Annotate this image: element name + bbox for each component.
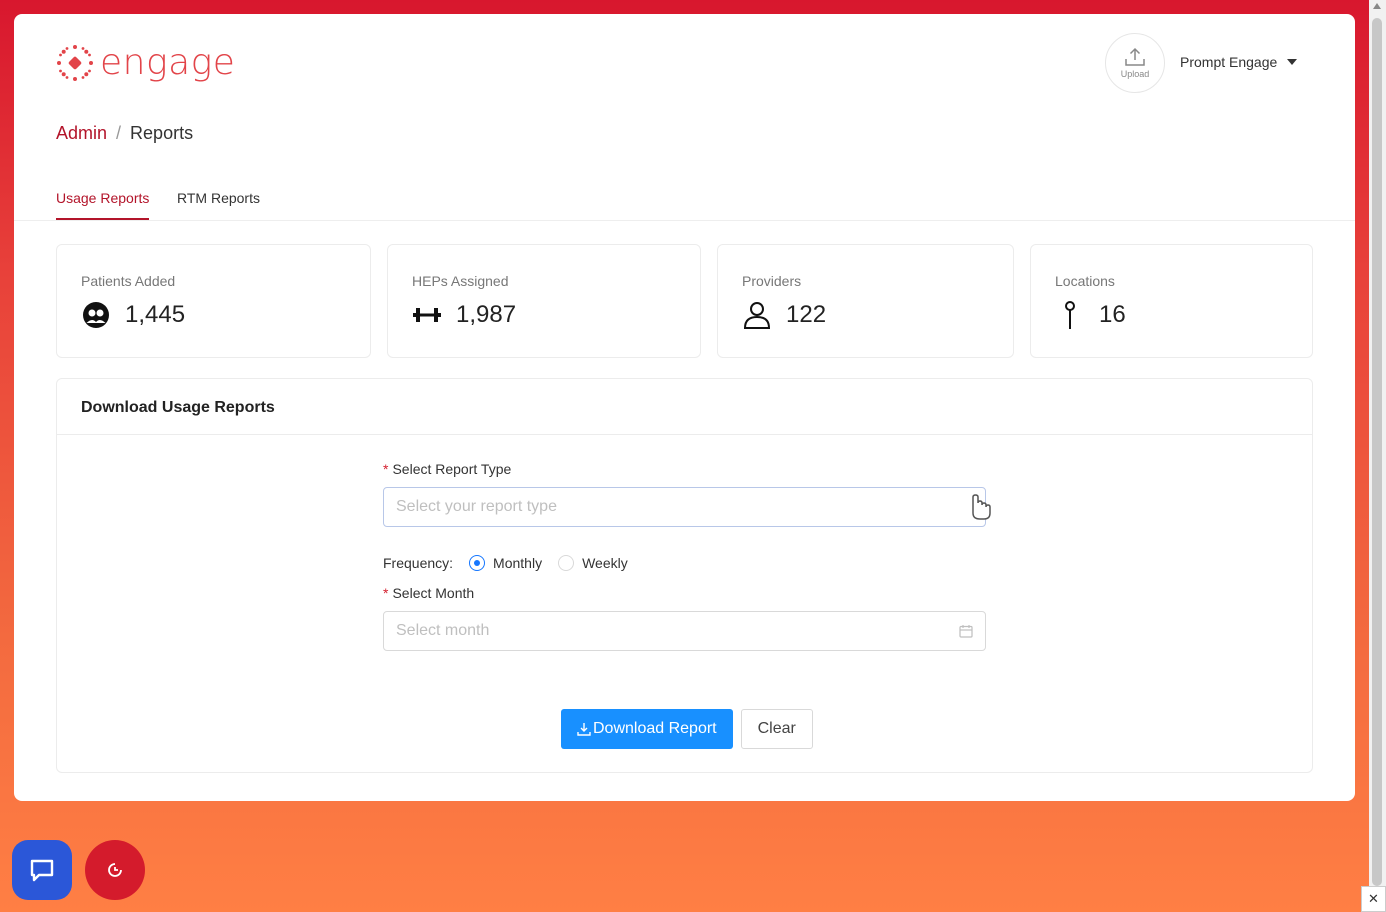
stat-card-locations: Locations 16 [1030, 244, 1313, 358]
frequency-monthly-label[interactable]: Monthly [493, 555, 542, 571]
month-label: * Select Month [383, 585, 475, 601]
report-type-select[interactable]: Select your report type [383, 487, 991, 527]
stat-title: Patients Added [81, 273, 176, 289]
frequency-monthly-radio[interactable] [469, 555, 486, 571]
stat-card-patients: Patients Added 1,445 [56, 244, 371, 358]
tab-usage-reports[interactable]: Usage Reports [56, 190, 150, 220]
frequency-weekly-label[interactable]: Weekly [582, 555, 628, 571]
timer-icon [108, 863, 122, 877]
engage-logo[interactable]: engage [56, 42, 235, 83]
stat-card-heps: HEPs Assigned 1,987 [387, 244, 701, 358]
pin-icon [1065, 301, 1075, 329]
patients-icon [83, 302, 109, 328]
upload-label: Upload [1120, 69, 1150, 79]
stat-title: Locations [1055, 273, 1115, 289]
report-type-label: * Select Report Type [383, 461, 512, 477]
upload-icon [1125, 47, 1145, 66]
month-placeholder: Select month [396, 622, 490, 639]
close-icon[interactable]: ✕ [1361, 886, 1386, 912]
report-form: * Select Report Type Select your report t… [383, 461, 991, 651]
chat-bubble-icon [30, 859, 54, 882]
breadcrumb-current: Reports [130, 123, 194, 143]
stat-value: 1,445 [125, 301, 186, 328]
frequency-label: Frequency: [383, 555, 454, 571]
calendar-icon [959, 625, 973, 638]
main-card: engage Upload Prompt Engage Admin / Repo… [14, 14, 1355, 801]
user-menu-dropdown[interactable]: Prompt Engage [1180, 54, 1298, 70]
logo-mark-icon [57, 44, 93, 81]
breadcrumb-separator: / [116, 123, 122, 143]
breadcrumb: Admin / Reports [56, 123, 193, 144]
required-mark: * [383, 585, 389, 601]
download-report-button[interactable]: Download Report [561, 709, 733, 749]
logo-text: engage [100, 42, 236, 83]
frequency-weekly-radio[interactable] [558, 555, 575, 571]
stat-title: HEPs Assigned [412, 273, 509, 289]
required-mark: * [383, 461, 389, 477]
caret-down-icon [1287, 59, 1298, 65]
download-icon [577, 723, 591, 736]
clear-button[interactable]: Clear [740, 709, 813, 749]
chat-support-button[interactable] [12, 840, 72, 900]
user-icon [743, 302, 771, 329]
scrollbar-thumb[interactable] [1372, 18, 1382, 886]
user-name: Prompt Engage [1180, 54, 1278, 70]
frequency-group: Frequency: Monthly Weekly [383, 555, 986, 571]
stat-value: 16 [1099, 301, 1126, 328]
download-report-label: Download Report [593, 720, 717, 737]
breadcrumb-admin-link[interactable]: Admin [56, 123, 107, 144]
timer-button[interactable] [85, 840, 145, 900]
stat-value: 1,987 [456, 301, 517, 328]
panel-title: Download Usage Reports [57, 379, 1312, 435]
stat-title: Providers [742, 273, 802, 289]
stat-value: 122 [786, 301, 827, 328]
dumbbell-icon [413, 308, 441, 322]
report-type-placeholder: Select your report type [396, 498, 557, 515]
form-actions: Download Report Clear [561, 709, 813, 749]
upload-button[interactable]: Upload [1105, 33, 1165, 93]
report-tabs: Usage Reports RTM Reports [14, 182, 1355, 221]
tab-rtm-reports[interactable]: RTM Reports [177, 190, 260, 218]
download-usage-reports-panel: Download Usage Reports * Select Report Ty… [56, 378, 1313, 773]
hand-cursor-icon [972, 494, 991, 520]
stat-card-providers: Providers 122 [717, 244, 1014, 358]
scroll-up-arrow-icon[interactable] [1373, 3, 1381, 9]
month-picker[interactable]: Select month [383, 611, 986, 651]
